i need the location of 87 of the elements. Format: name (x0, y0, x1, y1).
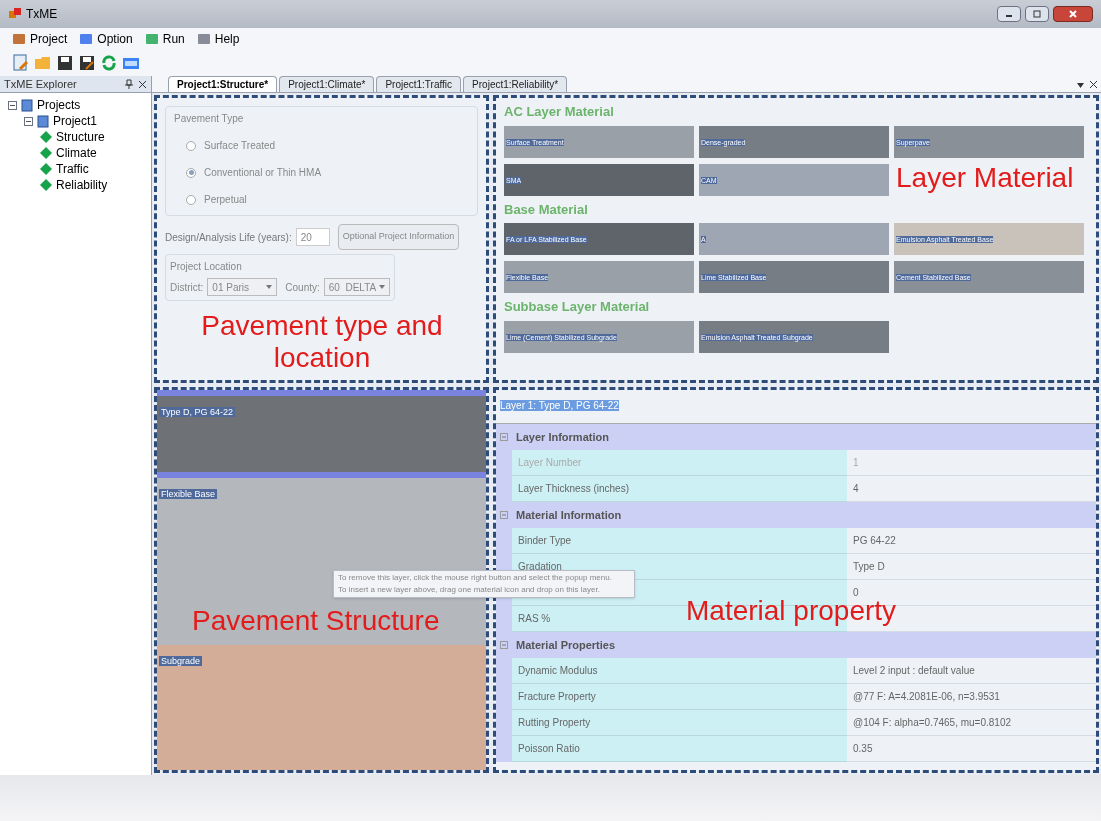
radio-option[interactable]: Conventional or Thin HMA (174, 165, 469, 180)
minimize-button[interactable] (997, 6, 1021, 22)
district-dropdown[interactable]: 01 Paris (207, 278, 278, 296)
menu-item-icon (12, 32, 26, 46)
app-icon (8, 7, 22, 21)
section-heading: Subbase Layer Material (504, 298, 651, 316)
tree-item[interactable]: Project1 (53, 112, 98, 130)
layer-label: Flexible Base (159, 489, 218, 499)
property-name-cell: Fracture Property (512, 684, 847, 710)
tree-item[interactable]: Structure (56, 128, 105, 146)
property-value-cell[interactable]: Level 2 input : default value (847, 658, 1096, 684)
expander-icon[interactable] (8, 100, 17, 110)
expander-icon[interactable] (24, 116, 33, 126)
property-value-cell[interactable]: 0.35 (847, 736, 1096, 762)
tree-item[interactable]: Projects (37, 96, 81, 114)
tree-item[interactable]: Traffic (56, 160, 89, 178)
property-name-cell: Poisson Ratio (512, 736, 847, 762)
annotation-label: Pavement type and location (200, 310, 444, 374)
spinner-field[interactable]: 20 (295, 228, 330, 246)
close-icon[interactable] (1090, 81, 1097, 88)
document-tab[interactable]: Project1:Climate* (279, 76, 375, 92)
section-heading: AC Layer Material (504, 103, 615, 121)
menu-item[interactable]: Help (196, 30, 240, 48)
annotation-label: Layer Material (896, 162, 1074, 194)
window-title: TxME (26, 6, 58, 23)
annotation-label: Pavement Structure (192, 605, 440, 637)
menu-item-icon (144, 32, 159, 46)
dropdown-caret-icon[interactable] (1077, 83, 1084, 88)
diamond-icon (40, 163, 52, 175)
document-tab[interactable]: Project1:Structure* (168, 76, 278, 92)
close-icon (1069, 10, 1077, 18)
pin-icon[interactable] (124, 79, 134, 89)
save-icon[interactable] (56, 54, 74, 72)
radio-button[interactable] (186, 194, 196, 205)
close-button[interactable] (1053, 6, 1093, 22)
optional-info-button[interactable]: Optional Project Information (337, 224, 460, 250)
property-value-cell[interactable]: Type D (847, 554, 1096, 580)
save-as-icon[interactable] (78, 54, 96, 72)
tree-item[interactable]: Reliability (56, 176, 108, 194)
section-header[interactable]: Material Information (496, 502, 1096, 528)
property-name-cell: Layer Number (512, 450, 847, 476)
property-value-cell[interactable]: @77 F: A=4.2081E-06, n=3.9531 (847, 684, 1096, 710)
pavement-layer[interactable]: Type D, PG 64-22 (157, 390, 486, 478)
menu-item[interactable]: Option (79, 30, 133, 48)
layer-label: Type D, PG 64-22 (159, 407, 236, 417)
radio-option[interactable]: Surface Treated (174, 138, 469, 153)
field-label: County: (285, 280, 320, 295)
pavement-layer[interactable]: Subgrade (157, 645, 486, 770)
document-tab[interactable]: Project1:Traffic (376, 76, 462, 92)
section-heading: Base Material (504, 200, 589, 219)
radio-option[interactable]: Perpetual (174, 192, 469, 207)
close-icon[interactable] (138, 79, 147, 89)
diamond-icon (40, 147, 52, 159)
menu-item-icon (196, 32, 211, 46)
folder-icon (37, 114, 49, 128)
new-document-icon[interactable] (12, 54, 30, 72)
radio-button[interactable] (186, 167, 196, 178)
diamond-icon (40, 131, 52, 143)
grid-title: Layer 1: Type D, PG 64-22 (500, 400, 619, 411)
folder-icon (21, 98, 33, 112)
group-title: Pavement Type (174, 112, 245, 126)
county-dropdown[interactable]: 60 DELTA (323, 278, 390, 296)
property-name-cell: Rutting Property (512, 710, 847, 736)
maximize-button[interactable] (1025, 6, 1049, 22)
property-value-cell[interactable]: @104 F: alpha=0.7465, mu=0.8102 (847, 710, 1096, 736)
maximize-icon (1033, 10, 1041, 18)
tree-item[interactable]: Climate (56, 144, 97, 162)
property-value-cell[interactable]: PG 64-22 (847, 528, 1096, 554)
caret-icon (379, 285, 385, 289)
property-value-cell[interactable]: 4 (847, 476, 1096, 502)
field-label: Design/Analysis Life (years): (165, 230, 292, 245)
layer-label: Subgrade (159, 656, 203, 666)
section-header[interactable]: Layer Information (496, 424, 1096, 450)
diamond-icon (40, 179, 52, 191)
radio-button[interactable] (186, 140, 196, 151)
group-title: Project Location (170, 260, 243, 274)
panel-title: TxME Explorer (4, 76, 78, 92)
menu-item[interactable]: Run (144, 30, 185, 48)
document-tab[interactable]: Project1:Reliability* (463, 76, 568, 92)
property-name-cell: Layer Thickness (inches) (512, 476, 847, 502)
section-header[interactable]: Material Properties (496, 632, 1096, 658)
property-name-cell: Dynamic Modulus (512, 658, 847, 684)
caret-icon (266, 285, 273, 289)
menu-item[interactable]: Project (12, 30, 68, 48)
field-label: District: (170, 280, 204, 295)
property-name-cell: Binder Type (512, 528, 847, 554)
menu-item-icon (79, 32, 94, 46)
